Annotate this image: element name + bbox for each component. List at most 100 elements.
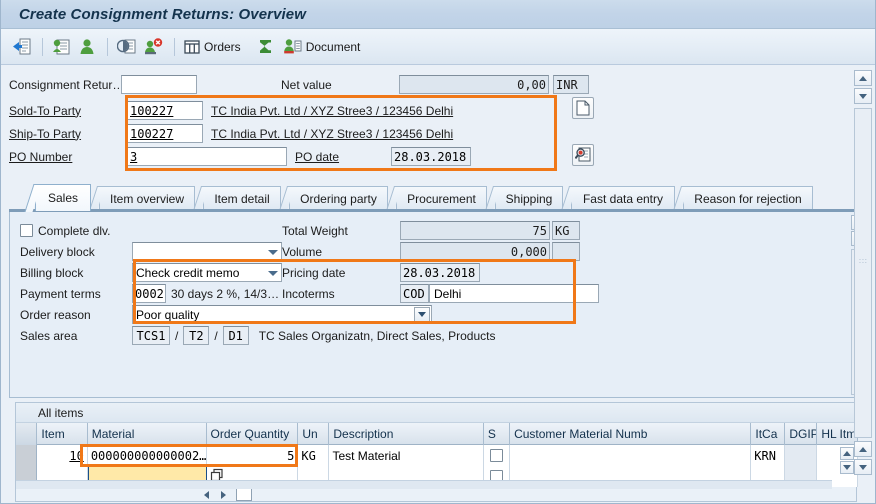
partner-icon[interactable] [75,34,99,60]
cell-description[interactable]: Test Material [329,445,484,466]
dropdown-button[interactable] [414,307,430,322]
row-checkbox[interactable] [489,449,503,462]
sales-area-row: Sales area TCS1 / T2 / D1 TC Sales Organ… [20,325,495,346]
col-hl-itm[interactable]: HL Itm [817,423,858,445]
cell-s[interactable] [483,445,511,466]
tab-reason-for-rejection[interactable]: Reason for rejection [672,186,813,211]
cell-itca[interactable]: KRN [751,445,786,466]
tab-procurement[interactable]: Procurement [385,186,487,211]
cell-dgip[interactable] [785,445,818,466]
incoterms-code[interactable]: COD [400,284,429,303]
po-date-label[interactable]: PO date [295,150,391,164]
sold-to-party-row: Sold-To Party 100227 TC India Pvt. Ltd /… [9,100,453,121]
col-material[interactable]: Material [88,423,207,445]
sales-organization-field: TCS1 [132,326,170,345]
cell-order-quantity[interactable]: 5 [206,445,299,466]
items-grid: Item Material Order Quantity Un Descript… [16,423,858,502]
col-un[interactable]: Un [298,423,330,445]
po-number-label[interactable]: PO Number [9,150,127,164]
window-scroll-track[interactable]: ::: [854,108,872,438]
ship-to-party-label[interactable]: Ship-To Party [9,127,127,141]
triangle-left-icon[interactable] [204,490,209,499]
window-scroll-up-button-2[interactable] [854,441,872,457]
po-number-input[interactable]: 3 [127,147,287,166]
window-scroll-down-button-2[interactable] [854,459,872,475]
window-scroll-down-button[interactable] [854,88,872,104]
window-scroll-up-button[interactable] [854,70,872,86]
ship-to-party-input[interactable]: 100227 [127,124,203,143]
po-date-input[interactable]: 28.03.2018 [391,147,471,166]
scroll-grip: ::: [859,258,868,265]
copy-document-icon[interactable] [114,34,139,60]
sold-to-party-description[interactable]: TC India Pvt. Ltd / XYZ Stree3 / 123456 … [211,104,453,118]
tab-fast-data-entry[interactable]: Fast data entry [560,186,675,211]
back-icon[interactable] [10,34,34,60]
tab-shipping[interactable]: Shipping [484,186,563,211]
tab-item-overview[interactable]: Item overview [88,186,195,211]
table-row[interactable]: 10 000000000000002… 5 KG Test Material K… [16,445,858,466]
complete-delivery-checkbox[interactable] [20,224,33,237]
grid-scroll-up-button[interactable] [840,447,854,460]
col-item[interactable]: Item [37,423,88,445]
cell-item-value: 10 [69,448,84,463]
volume-row: Volume 0,000 [282,241,580,262]
order-reason-select[interactable]: Poor quality [132,305,432,324]
row-selector-cell[interactable] [16,445,38,466]
row-selector-header[interactable] [16,423,38,445]
delivery-block-label: Delivery block [20,244,95,259]
tab-sales[interactable]: Sales [24,184,91,212]
ship-to-party-description[interactable]: TC India Pvt. Ltd / XYZ Stree3 / 123456 … [211,127,453,141]
currency-field: INR [553,75,589,94]
pricing-date-field[interactable]: 28.03.2018 [400,263,480,282]
incoterms-location[interactable]: Delhi [429,284,599,303]
col-description[interactable]: Description [329,423,484,445]
cell-un-value: KG [301,448,316,463]
new-document-icon[interactable] [572,97,594,119]
grid-scroll-down-button[interactable] [840,461,854,474]
sold-to-party-input[interactable]: 100227 [127,101,203,120]
billing-block-label: Billing block [20,265,84,280]
triangle-right-icon[interactable] [221,490,226,499]
tab-item-detail[interactable]: Item detail [192,186,281,211]
net-value-row: Net value 0,00 INR [281,74,589,95]
application-toolbar: Orders Document [1,29,875,65]
tab-strip: Sales Item overview Item detail Ordering… [9,184,869,212]
delivery-block-select[interactable] [132,242,282,261]
triangle-up-icon [859,75,867,81]
payment-terms-description: 30 days 2 %, 14/3… [171,286,280,301]
cell-customer-material-number[interactable] [510,445,752,466]
tab-label: Item overview [109,191,185,206]
tab-slant [88,186,106,211]
grid-selection-box[interactable] [236,488,252,501]
col-s[interactable]: S [484,423,511,445]
search-document-icon[interactable] [572,144,594,166]
sap-gui-window: Create Consignment Returns: Overview Ord… [0,0,876,504]
col-dgip[interactable]: DGIP [785,423,818,445]
billing-block-select[interactable]: Check credit memo [132,263,282,282]
cell-material[interactable]: 000000000000002… [87,445,207,466]
order-reason-value: Poor quality [136,307,200,322]
orders-button[interactable]: Orders [181,34,244,60]
cell-item[interactable]: 10 [37,445,88,466]
volume-unit [552,242,580,261]
sold-to-party-label[interactable]: Sold-To Party [9,104,127,118]
tab-ordering-party[interactable]: Ordering party [278,186,388,211]
toolbar-separator-3 [174,37,175,56]
grid-horizontal-scrollbar[interactable] [16,480,832,489]
sum-icon[interactable] [254,34,278,60]
display-document-icon[interactable] [49,34,73,60]
tab-slant [560,186,578,211]
col-itca[interactable]: ItCa [751,423,786,445]
incoterms-row: Incoterms COD Delhi [282,283,599,304]
pricing-date-label: Pricing date [282,265,346,280]
consignment-return-input[interactable] [121,75,197,94]
payment-terms-code[interactable]: 0002 [132,284,166,303]
document-button[interactable]: Document [280,34,364,60]
col-order-quantity[interactable]: Order Quantity [207,423,299,445]
net-value-field: 0,00 [399,75,549,94]
total-weight-label: Total Weight [282,223,348,238]
reject-partner-icon[interactable] [141,34,166,60]
document-icon [283,39,302,54]
col-customer-material-number[interactable]: Customer Material Numb [510,423,752,445]
cell-un[interactable]: KG [298,445,330,466]
